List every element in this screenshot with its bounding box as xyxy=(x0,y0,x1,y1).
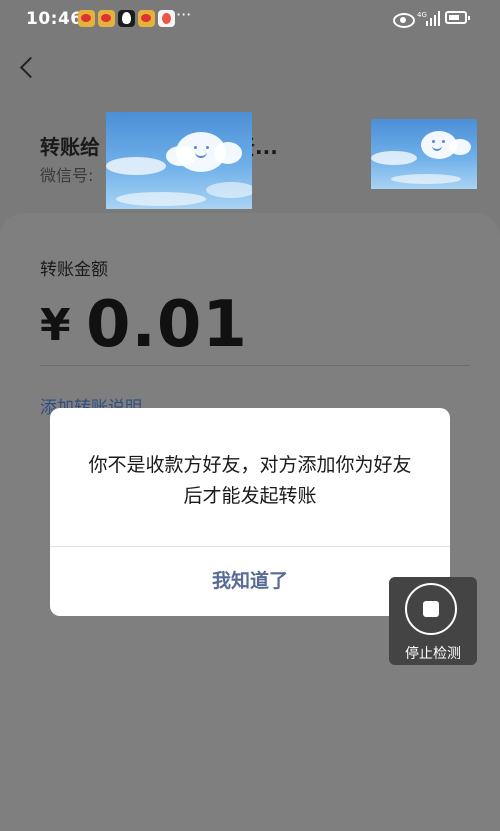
eye-icon xyxy=(393,13,415,28)
recipient-title: 转账给 贤... xyxy=(40,131,278,160)
battery-icon xyxy=(445,11,470,24)
app-notification-icon xyxy=(158,10,175,27)
weibo-notification-icon xyxy=(78,10,95,27)
signal-icon xyxy=(426,11,440,26)
amount-value[interactable]: 0.01 xyxy=(86,288,248,362)
status-bar: 10:46 ··· 4G xyxy=(0,0,500,40)
weibo-notification-icon xyxy=(98,10,115,27)
redaction-image xyxy=(371,119,477,189)
status-time: 10:46 xyxy=(26,9,83,29)
notification-icons xyxy=(78,10,175,27)
redaction-image xyxy=(106,112,252,209)
back-button[interactable] xyxy=(18,56,38,78)
qq-notification-icon xyxy=(118,10,135,27)
more-notifications-icon: ··· xyxy=(176,5,192,24)
dialog-message: 你不是收款方好友，对方添加你为好友后才能发起转账 xyxy=(88,454,412,507)
weibo-notification-icon xyxy=(138,10,155,27)
stop-icon xyxy=(405,583,457,635)
divider xyxy=(40,365,470,366)
transfer-to-label: 转账给 xyxy=(40,135,100,159)
stop-detection-button[interactable]: 停止检测 xyxy=(389,577,477,665)
stop-detection-label: 停止检测 xyxy=(405,646,461,662)
currency-symbol: ¥ xyxy=(40,300,71,351)
wechat-id-label: 微信号: xyxy=(40,166,94,185)
amount-label: 转账金额 xyxy=(40,260,108,280)
